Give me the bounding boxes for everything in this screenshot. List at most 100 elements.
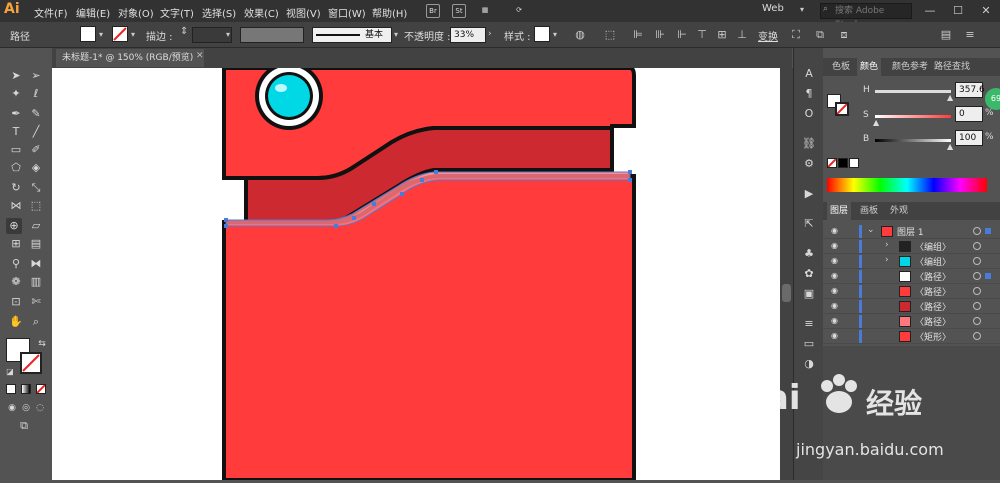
- hue-slider-track[interactable]: [875, 90, 951, 93]
- visibility-eye-icon[interactable]: ◉: [831, 272, 841, 280]
- minimize-icon[interactable]: —: [915, 0, 945, 22]
- align-bottom-icon[interactable]: ⊥: [734, 27, 750, 43]
- visibility-eye-icon[interactable]: ◉: [831, 227, 841, 235]
- layer-row[interactable]: ◉ 〈路径〉: [823, 269, 1000, 284]
- stroke-color-box[interactable]: [20, 352, 42, 374]
- tab-color[interactable]: 颜色: [857, 58, 882, 76]
- brushes-panel-icon[interactable]: ✿: [801, 266, 817, 282]
- close-document-icon[interactable]: ✕: [196, 51, 204, 61]
- default-colors-icon[interactable]: ◪: [2, 364, 18, 380]
- tab-pathfinder[interactable]: 路径查找: [931, 58, 973, 76]
- tab-layers[interactable]: 图层: [827, 202, 852, 220]
- brush-dropdown-icon[interactable]: ▾: [394, 30, 398, 39]
- scale-tool-icon[interactable]: ⤡: [28, 180, 44, 196]
- stroke-dropdown-icon[interactable]: ▾: [131, 30, 135, 39]
- pen-tool-icon[interactable]: ✒: [8, 106, 24, 122]
- stroke-panel-icon[interactable]: ≡: [801, 316, 817, 332]
- transform-link[interactable]: 变换: [758, 28, 778, 43]
- gradient-panel-icon[interactable]: ▭: [801, 336, 817, 352]
- isolate-icon[interactable]: ⛶: [788, 27, 804, 43]
- brightness-field[interactable]: 100: [955, 130, 983, 146]
- visibility-eye-icon[interactable]: ◉: [831, 332, 841, 340]
- expand-toggle-icon[interactable]: ⌄: [867, 225, 875, 235]
- style-dropdown-icon[interactable]: ▾: [553, 30, 557, 39]
- target-circle-icon[interactable]: [973, 302, 981, 310]
- type-tool-icon[interactable]: T: [8, 124, 24, 140]
- align-middle-icon[interactable]: ⊞: [714, 27, 730, 43]
- tab-appearance[interactable]: 外观: [887, 202, 911, 220]
- layer-row[interactable]: ◉ 〈路径〉: [823, 314, 1000, 329]
- expand-toggle-icon[interactable]: ›: [885, 240, 889, 250]
- selection-indicator[interactable]: [985, 273, 991, 279]
- visibility-eye-icon[interactable]: ◉: [831, 287, 841, 295]
- transparency-panel-icon[interactable]: ◑: [801, 356, 817, 372]
- close-icon[interactable]: ✕: [971, 0, 1000, 22]
- color-mode-icon[interactable]: [6, 384, 16, 394]
- layer-row[interactable]: ◉ 〈路径〉: [823, 284, 1000, 299]
- menu-object[interactable]: 对象(O): [118, 5, 154, 20]
- hand-tool-icon[interactable]: ✋: [8, 314, 24, 330]
- menu-help[interactable]: 帮助(H): [372, 5, 407, 20]
- arrange-documents-icon[interactable]: ▦: [478, 4, 492, 18]
- gpu-performance-icon[interactable]: ⟳: [512, 4, 526, 18]
- color-spectrum[interactable]: [827, 178, 987, 192]
- artboard-tool-icon[interactable]: ⊡: [8, 294, 24, 310]
- menu-icon[interactable]: ≡: [962, 27, 978, 43]
- none-mode-icon[interactable]: [36, 384, 46, 394]
- zoom-tool-icon[interactable]: ⌕: [28, 314, 44, 330]
- layer-row[interactable]: ◉ › 〈编组〉: [823, 254, 1000, 269]
- links-panel-icon[interactable]: ⛓: [801, 136, 817, 152]
- none-swatch[interactable]: [827, 158, 837, 168]
- menu-select[interactable]: 选择(S): [202, 5, 236, 20]
- stock-search-input[interactable]: 搜索 Adobe Stock: [820, 3, 912, 30]
- perspective-grid-tool-icon[interactable]: ▱: [28, 218, 44, 234]
- tab-swatches[interactable]: 色板: [829, 58, 853, 76]
- actions-panel-icon[interactable]: ▶: [801, 186, 817, 202]
- target-circle-icon[interactable]: [973, 242, 981, 250]
- align-right-icon[interactable]: ⊩: [674, 27, 690, 43]
- screen-mode-icon[interactable]: ⧉: [16, 418, 32, 434]
- align-top-icon[interactable]: ⊤: [694, 27, 710, 43]
- stroke-weight-stepper[interactable]: ⇕: [180, 26, 188, 37]
- lasso-tool-icon[interactable]: ℓ: [28, 86, 44, 102]
- opentype-panel-icon[interactable]: O: [801, 106, 817, 122]
- eraser-tool-icon[interactable]: ◈: [28, 160, 44, 176]
- tab-artboards[interactable]: 画板: [857, 202, 881, 220]
- menu-effect[interactable]: 效果(C): [244, 5, 279, 20]
- maximize-icon[interactable]: ☐: [943, 0, 973, 22]
- variable-width-profile[interactable]: [240, 27, 304, 43]
- swap-fill-stroke-icon[interactable]: ⇆: [34, 336, 50, 352]
- libraries-panel-icon[interactable]: ⚙: [801, 156, 817, 172]
- paintbrush-tool-icon[interactable]: ✐: [28, 142, 44, 158]
- panel-options-icon[interactable]: ▤: [938, 27, 954, 43]
- graphic-style-swatch[interactable]: [534, 26, 550, 42]
- symbol-sprayer-tool-icon[interactable]: ❁: [8, 274, 24, 290]
- document-tab[interactable]: 未标题-1* @ 150% (RGB/预览): [56, 49, 204, 67]
- target-circle-icon[interactable]: [973, 317, 981, 325]
- stock-icon[interactable]: St: [452, 4, 466, 18]
- curvature-tool-icon[interactable]: ✎: [28, 106, 44, 122]
- saturation-field[interactable]: 0: [955, 106, 983, 122]
- align-left-icon[interactable]: ⊫: [630, 27, 646, 43]
- black-swatch[interactable]: [838, 158, 848, 168]
- selection-tool-icon[interactable]: ➤: [8, 68, 24, 84]
- menu-file[interactable]: 文件(F): [34, 5, 68, 20]
- hue-field[interactable]: 357.6: [955, 82, 985, 98]
- opacity-field[interactable]: 33%: [450, 27, 486, 43]
- saturation-slider-handle[interactable]: ▲: [873, 118, 879, 127]
- symbols-panel-icon[interactable]: ♣: [801, 246, 817, 262]
- fill-swatch[interactable]: [80, 26, 96, 42]
- direct-selection-tool-icon[interactable]: ➢: [28, 68, 44, 84]
- eye-iris[interactable]: [268, 75, 310, 117]
- brightness-slider-track[interactable]: [875, 139, 951, 142]
- magic-wand-tool-icon[interactable]: ✦: [8, 86, 24, 102]
- target-circle-icon[interactable]: [973, 257, 981, 265]
- paragraph-panel-icon[interactable]: ¶: [801, 86, 817, 102]
- stroke-weight-dropdown-icon[interactable]: ▾: [226, 30, 230, 39]
- layer-row[interactable]: ◉ 〈路径〉: [823, 299, 1000, 314]
- rectangle-tool-icon[interactable]: ▭: [8, 142, 24, 158]
- align-to-icon[interactable]: ⬚: [602, 27, 618, 43]
- layer-row[interactable]: ◉ ⌄ 图层 1: [823, 224, 1000, 239]
- target-circle-icon[interactable]: [973, 332, 981, 340]
- gradient-mode-icon[interactable]: [21, 384, 31, 394]
